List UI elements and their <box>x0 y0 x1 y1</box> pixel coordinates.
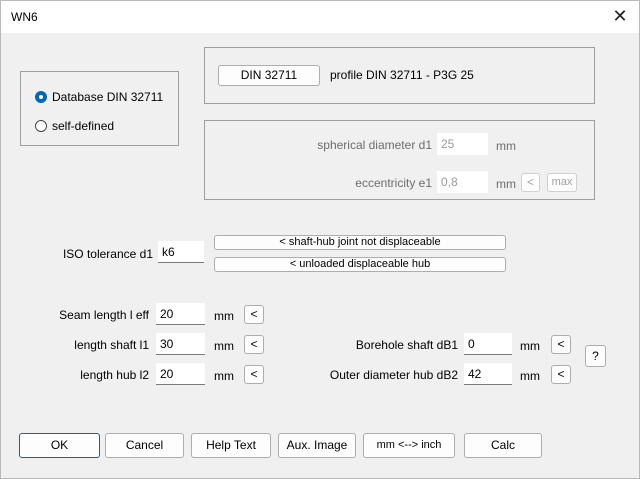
borehole-shaft-field[interactable] <box>464 333 512 355</box>
hub-length-unit: mm <box>214 369 234 383</box>
shaft-length-field[interactable] <box>156 333 205 355</box>
help-text-button[interactable]: Help Text <box>191 433 271 458</box>
window-title: WN6 <box>11 10 38 24</box>
seam-length-label: Seam length l eff <box>59 308 149 322</box>
profile-description: profile DIN 32711 - P3G 25 <box>330 68 474 82</box>
e1-unit: mm <box>496 177 516 191</box>
hub-diameter-label: Outer diameter hub dB2 <box>329 368 458 382</box>
tolerance-field[interactable] <box>158 241 204 263</box>
radio-self-defined[interactable] <box>35 120 47 132</box>
shaft-length-label: length shaft l1 <box>74 338 149 352</box>
e1-less-button[interactable]: < <box>521 173 540 192</box>
close-icon[interactable]: ✕ <box>609 5 631 27</box>
borehole-shaft-less-button[interactable]: < <box>551 335 571 354</box>
aux-image-button[interactable]: Aux. Image <box>278 433 356 458</box>
hub-diameter-less-button[interactable]: < <box>551 365 571 384</box>
hub-length-label: length hub l2 <box>80 368 149 382</box>
seam-length-field[interactable] <box>156 303 205 325</box>
shaft-length-less-button[interactable]: < <box>244 335 264 354</box>
borehole-shaft-label: Borehole shaft dB1 <box>355 338 458 352</box>
d1-field[interactable] <box>437 133 488 155</box>
shaft-length-unit: mm <box>214 339 234 353</box>
e1-label: eccentricity e1 <box>355 176 432 190</box>
dialog-window: WN6 ✕ Database DIN 32711 self-defined DI… <box>0 0 640 479</box>
tolerance-unloaded-hub-button[interactable]: < unloaded displaceable hub <box>214 257 506 272</box>
radio-database[interactable] <box>35 91 47 103</box>
help-button[interactable]: ? <box>585 345 606 367</box>
radio-self-defined-label[interactable]: self-defined <box>52 119 114 133</box>
tolerance-label: ISO tolerance d1 <box>62 247 153 261</box>
hub-length-less-button[interactable]: < <box>244 365 264 384</box>
seam-length-less-button[interactable]: < <box>244 305 264 324</box>
borehole-shaft-unit: mm <box>520 339 540 353</box>
title-bar: WN6 ✕ <box>1 1 639 33</box>
hub-length-field[interactable] <box>156 363 205 385</box>
e1-max-button[interactable]: max <box>547 173 577 192</box>
d1-label: spherical diameter d1 <box>317 138 432 152</box>
d1-unit: mm <box>496 139 516 153</box>
hub-diameter-field[interactable] <box>464 363 512 385</box>
e1-field[interactable] <box>437 171 488 193</box>
radio-database-label[interactable]: Database DIN 32711 <box>52 90 163 104</box>
ok-button[interactable]: OK <box>19 433 100 458</box>
profile-select-button[interactable]: DIN 32711 <box>218 65 320 86</box>
unit-toggle-button[interactable]: mm <--> inch <box>363 433 455 458</box>
tolerance-not-displaceable-button[interactable]: < shaft-hub joint not displaceable <box>214 235 506 250</box>
cancel-button[interactable]: Cancel <box>105 433 184 458</box>
seam-length-unit: mm <box>214 309 234 323</box>
source-group <box>20 71 179 146</box>
hub-diameter-unit: mm <box>520 369 540 383</box>
calc-button[interactable]: Calc <box>464 433 542 458</box>
